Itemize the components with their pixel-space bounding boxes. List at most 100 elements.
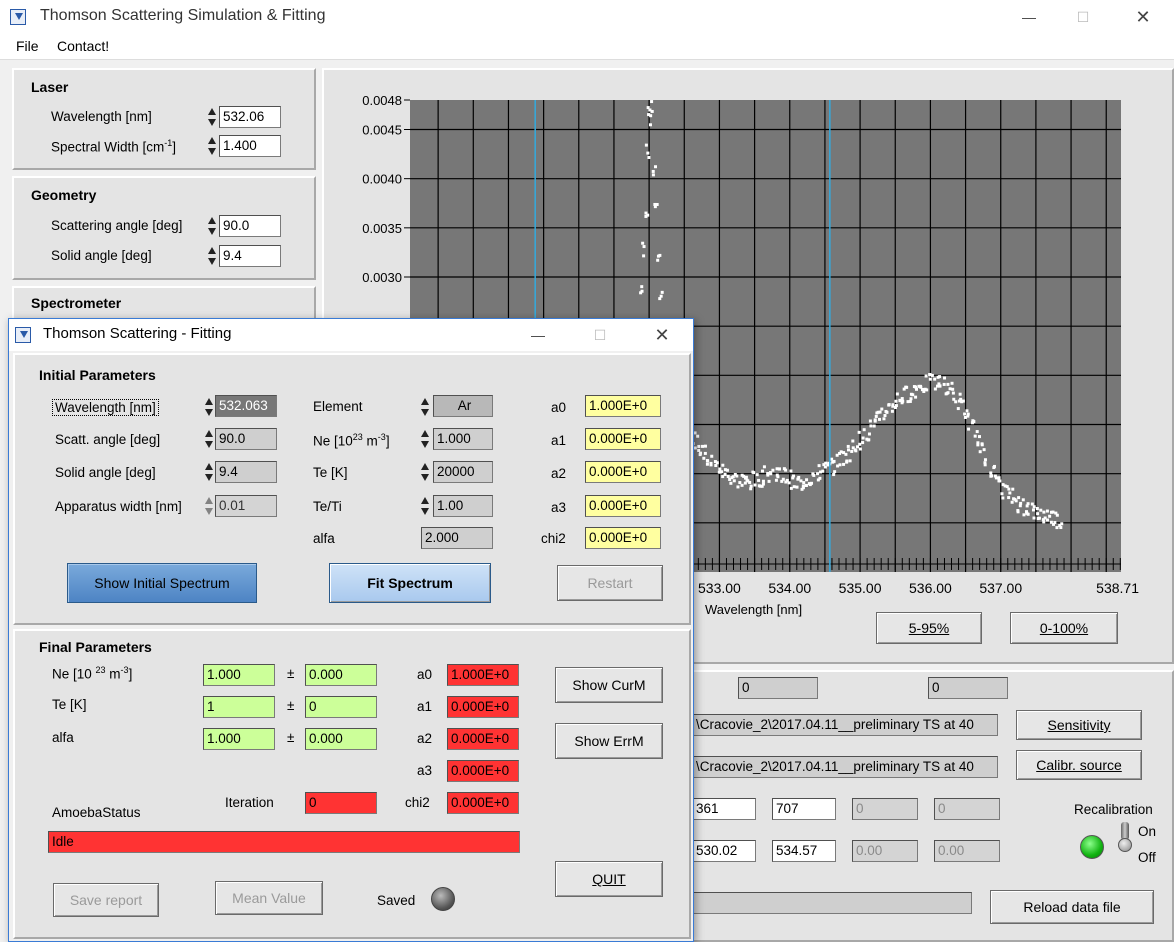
data-point xyxy=(850,449,854,453)
data-point xyxy=(748,480,752,484)
init-chi2-input[interactable]: 0.000E+0 xyxy=(585,527,661,549)
init-a3-input[interactable]: 0.000E+0 xyxy=(585,495,661,517)
data-point xyxy=(771,468,775,472)
show-initial-spectrum-button[interactable]: Show Initial Spectrum xyxy=(67,563,257,603)
data-point xyxy=(799,479,803,483)
spinner-icon[interactable] xyxy=(208,136,217,156)
fitting-app-icon xyxy=(15,327,31,343)
show-errm-button[interactable]: Show ErrM xyxy=(555,723,663,759)
minimize-icon[interactable]: — xyxy=(1006,3,1052,31)
data-point xyxy=(878,410,882,414)
main-title-bar: Thomson Scattering Simulation & Fitting … xyxy=(0,0,1174,34)
data-point xyxy=(1042,520,1046,524)
quit-button[interactable]: QUIT xyxy=(555,861,663,897)
restart-button[interactable]: Restart xyxy=(557,565,663,601)
spinner-icon[interactable] xyxy=(208,246,217,266)
pixel-2-input[interactable]: 707 xyxy=(772,798,836,820)
final-te-label: Te [K] xyxy=(52,697,87,712)
laser-wavelength-input[interactable]: 532.06 xyxy=(219,106,281,128)
recalibration-toggle[interactable] xyxy=(1118,820,1132,854)
final-ne-value: 1.000 xyxy=(203,664,275,686)
pixel-1-input[interactable]: 361 xyxy=(692,798,756,820)
spectral-width-input[interactable]: 1.400 xyxy=(219,135,281,157)
close-icon[interactable]: ✕ xyxy=(1120,3,1166,31)
range-5-95-button[interactable]: 5-95% xyxy=(876,612,982,644)
init-a0-label: a0 xyxy=(551,400,567,415)
data-point xyxy=(1026,512,1030,516)
save-report-button[interactable]: Save report xyxy=(53,883,159,917)
data-point xyxy=(789,486,793,490)
fitting-maximize-icon[interactable]: ☐ xyxy=(577,321,623,349)
spinner-icon[interactable] xyxy=(421,462,430,482)
data-point xyxy=(752,471,756,475)
menu-contact[interactable]: Contact! xyxy=(57,38,109,54)
iteration-value: 0 xyxy=(305,792,377,814)
field-a[interactable]: 0 xyxy=(738,677,818,699)
show-curm-button[interactable]: Show CurM xyxy=(555,667,663,703)
data-point xyxy=(960,400,964,404)
data-point xyxy=(861,436,865,440)
spinner-icon[interactable] xyxy=(205,429,214,449)
maximize-icon[interactable]: ☐ xyxy=(1060,3,1106,31)
init-ne-input[interactable]: 1.000 xyxy=(433,428,493,450)
data-point xyxy=(781,477,785,481)
data-point xyxy=(816,472,820,476)
scattering-angle-input[interactable]: 90.0 xyxy=(219,215,281,237)
data-point xyxy=(869,424,873,428)
init-a2-input[interactable]: 0.000E+0 xyxy=(585,461,661,483)
data-point xyxy=(1035,507,1039,511)
data-point xyxy=(651,169,655,173)
pixel-4-input[interactable]: 0 xyxy=(934,798,1000,820)
spinner-icon[interactable] xyxy=(421,429,430,449)
data-point xyxy=(723,472,727,476)
element-select[interactable]: Ar xyxy=(433,395,493,417)
fitting-minimize-icon[interactable]: — xyxy=(515,321,561,349)
spinner-icon[interactable] xyxy=(421,496,430,516)
fitting-close-icon[interactable]: ✕ xyxy=(639,321,685,349)
final-a0-label: a0 xyxy=(417,667,433,682)
init-scatt-angle-input[interactable]: 90.0 xyxy=(215,428,277,450)
data-point xyxy=(861,441,865,445)
data-point xyxy=(951,387,955,391)
spinner-icon[interactable] xyxy=(205,496,214,516)
data-point xyxy=(801,484,805,488)
apparatus-width-input[interactable]: 0.01 xyxy=(215,495,277,517)
fit-spectrum-button[interactable]: Fit Spectrum xyxy=(329,563,491,603)
wavelength-2-input[interactable]: 534.57 xyxy=(772,840,836,862)
spinner-icon[interactable] xyxy=(421,397,430,417)
init-alfa-value: 2.000 xyxy=(421,527,493,549)
init-solid-angle-input[interactable]: 9.4 xyxy=(215,461,277,483)
data-point xyxy=(894,399,898,403)
spinner-icon[interactable] xyxy=(208,216,217,236)
pm-sign: ± xyxy=(287,698,295,713)
init-ne-label: Ne [1023 m-3] xyxy=(313,432,390,449)
field-b[interactable]: 0 xyxy=(928,677,1008,699)
y-tick-label: 0.0030 xyxy=(362,270,402,285)
init-a0-input[interactable]: 1.000E+0 xyxy=(585,395,661,417)
solid-angle-input[interactable]: 9.4 xyxy=(219,245,281,267)
spinner-icon[interactable] xyxy=(208,107,217,127)
range-0-100-button[interactable]: 0-100% xyxy=(1010,612,1118,644)
init-wavelength-input[interactable]: 532.063 xyxy=(215,395,277,417)
data-point xyxy=(956,407,960,411)
data-point xyxy=(703,444,707,448)
wavelength-3-input[interactable]: 0.00 xyxy=(852,840,918,862)
spinner-icon[interactable] xyxy=(205,462,214,482)
data-point xyxy=(1042,510,1046,514)
spinner-icon[interactable] xyxy=(205,397,214,417)
te-ti-input[interactable]: 1.00 xyxy=(433,495,493,517)
init-te-input[interactable]: 20000 xyxy=(433,461,493,483)
sensitivity-button[interactable]: Sensitivity xyxy=(1016,710,1142,740)
wavelength-4-input[interactable]: 0.00 xyxy=(934,840,1000,862)
menu-file[interactable]: File xyxy=(16,38,39,54)
data-point xyxy=(846,444,850,448)
init-a1-input[interactable]: 0.000E+0 xyxy=(585,428,661,450)
pixel-3-input[interactable]: 0 xyxy=(852,798,918,820)
wavelength-1-input[interactable]: 530.02 xyxy=(692,840,756,862)
data-point xyxy=(966,412,970,416)
mean-value-button[interactable]: Mean Value xyxy=(215,881,323,915)
data-point xyxy=(642,245,646,249)
calibr-source-button[interactable]: Calibr. source xyxy=(1016,750,1142,780)
progress-bar xyxy=(692,892,972,914)
reload-data-file-button[interactable]: Reload data file xyxy=(990,890,1154,924)
